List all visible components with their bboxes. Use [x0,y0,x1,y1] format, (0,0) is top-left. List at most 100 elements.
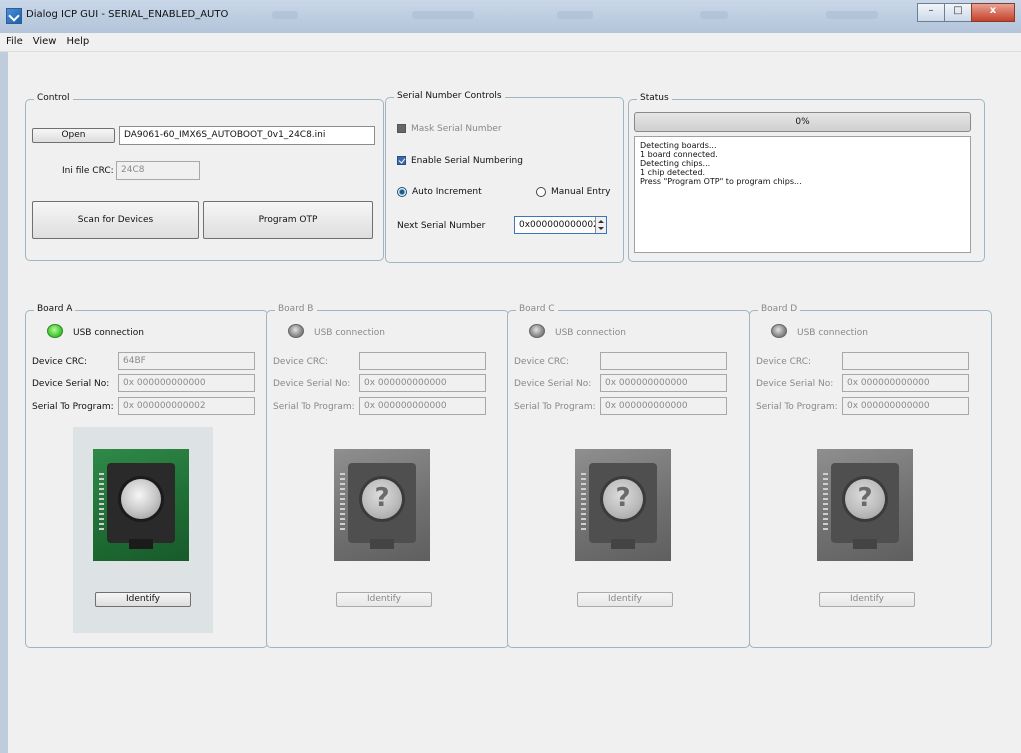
mask-serial-label: Mask Serial Number [411,124,502,134]
auto-increment-label: Auto Increment [412,187,482,197]
chip-socket-image: ? [575,449,671,561]
ini-crc-field: 24C8 [116,161,200,180]
maximize-icon: □ [953,5,963,16]
minimize-icon: – [928,5,934,16]
spin-arrows-icon[interactable] [595,217,606,233]
device-serial-label: Device Serial No: [514,379,592,389]
socket-pins [823,473,828,533]
serial-to-program-field: 0x 000000000000 [842,397,969,415]
device-serial-label: Device Serial No: [32,379,110,389]
app-window: Dialog ICP GUI - SERIAL_ENABLED_AUTO – □… [0,0,1021,753]
usb-led-icon [529,324,545,338]
device-serial-label: Device Serial No: [273,379,351,389]
minimize-button[interactable]: – [917,3,945,22]
scan-devices-button[interactable]: Scan for Devices [32,201,199,239]
serial-to-program-field: 0x 000000000000 [600,397,727,415]
next-serial-spinbox[interactable]: 0x000000000002 [514,216,607,234]
background-glare [272,11,298,19]
device-crc-field [600,352,727,370]
socket-pins [99,473,104,533]
serial-to-program-label: Serial To Program: [514,402,596,412]
background-glare [826,11,878,19]
close-icon: x [989,5,997,16]
status-log[interactable]: Detecting boards... 1 board connected. D… [634,136,971,253]
app-logo-icon [6,8,22,24]
window-controls: – □ x [917,3,1015,22]
client-area: Control Open DA9061-60_IMX6S_AUTOBOOT_0v… [0,52,1021,753]
open-button[interactable]: Open [32,128,115,143]
device-crc-field [359,352,486,370]
log-line: Detecting chips... [640,159,711,168]
board-b-title: Board B [275,304,317,314]
maximize-button[interactable]: □ [944,3,972,22]
socket-latch [129,539,153,549]
serial-to-program-field: 0x 000000000002 [118,397,255,415]
log-line: 1 chip detected. [640,168,706,177]
socket-latch [370,539,394,549]
socket-latch [611,539,635,549]
ini-file-field[interactable]: DA9061-60_IMX6S_AUTOBOOT_0v1_24C8.ini [119,126,375,145]
auto-increment-radio[interactable] [397,187,407,197]
program-otp-button[interactable]: Program OTP [203,201,373,239]
device-serial-field: 0x 000000000000 [359,374,486,392]
question-mark-icon: ? [374,483,390,513]
board-b-group: Board B USB connection Device CRC: Devic… [266,304,509,648]
enable-serial-checkbox[interactable] [397,156,406,165]
menu-bar: File View Help [0,33,1021,52]
progress-bar: 0% [634,112,971,132]
serial-to-program-label: Serial To Program: [32,402,114,412]
background-glare [412,11,474,19]
usb-led-icon [288,324,304,338]
control-group-title: Control [34,93,73,103]
close-button[interactable]: x [971,3,1015,22]
chip-socket-image: ? [817,449,913,561]
socket-knob [121,479,161,519]
enable-serial-label: Enable Serial Numbering [411,156,523,166]
ini-crc-label: Ini file CRC: [62,166,114,176]
question-mark-icon: ? [615,483,631,513]
device-crc-label: Device CRC: [756,357,812,367]
identify-button[interactable]: Identify [95,592,191,607]
device-crc-label: Device CRC: [32,357,88,367]
device-serial-field: 0x 000000000000 [842,374,969,392]
device-crc-label: Device CRC: [273,357,329,367]
menu-view[interactable]: View [27,33,61,47]
log-line: Detecting boards... [640,141,717,150]
serial-controls-group: Serial Number Controls Mask Serial Numbe… [385,91,624,263]
identify-button[interactable]: Identify [819,592,915,607]
status-group-title: Status [637,93,672,103]
identify-button[interactable]: Identify [336,592,432,607]
identify-button[interactable]: Identify [577,592,673,607]
mask-serial-checkbox[interactable] [397,124,406,133]
device-serial-label: Device Serial No: [756,379,834,389]
serial-to-program-label: Serial To Program: [273,402,355,412]
usb-connection-label: USB connection [797,328,868,338]
background-glare [557,11,593,19]
title-bar[interactable]: Dialog ICP GUI - SERIAL_ENABLED_AUTO – □… [0,0,1021,34]
serial-group-title: Serial Number Controls [394,91,505,101]
menu-file[interactable]: File [0,33,27,47]
board-d-group: Board D USB connection Device CRC: Devic… [749,304,992,648]
log-line: 1 board connected. [640,150,718,159]
board-a-title: Board A [34,304,76,314]
chip-socket-image [93,449,189,561]
device-crc-field: 64BF [118,352,255,370]
usb-connection-label: USB connection [555,328,626,338]
board-d-title: Board D [758,304,801,314]
background-glare [700,11,728,19]
usb-led-icon [771,324,787,338]
control-group: Control Open DA9061-60_IMX6S_AUTOBOOT_0v… [25,93,384,261]
chip-socket-image: ? [334,449,430,561]
status-group: Status 0% Detecting boards... 1 board co… [628,93,985,262]
menu-help[interactable]: Help [60,33,93,47]
socket-latch [853,539,877,549]
next-serial-label: Next Serial Number [397,221,486,231]
usb-connection-label: USB connection [73,328,144,338]
manual-entry-label: Manual Entry [551,187,611,197]
board-c-group: Board C USB connection Device CRC: Devic… [507,304,750,648]
manual-entry-radio[interactable] [536,187,546,197]
device-serial-field: 0x 000000000000 [600,374,727,392]
board-a-group: Board A USB connection Device CRC: 64BF … [25,304,268,648]
board-c-title: Board C [516,304,558,314]
window-title: Dialog ICP GUI - SERIAL_ENABLED_AUTO [26,9,229,20]
